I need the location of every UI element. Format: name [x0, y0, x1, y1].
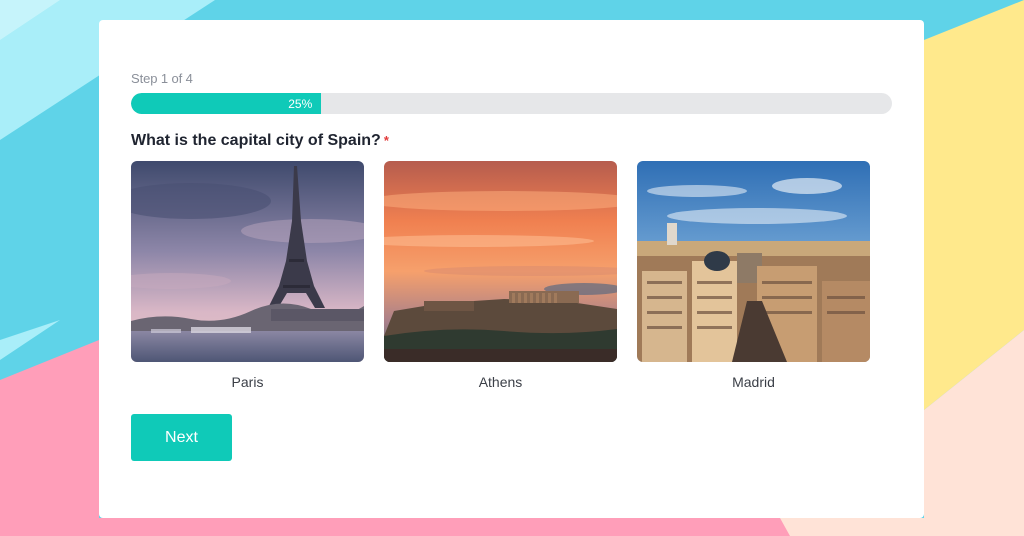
- madrid-cityscape-image[interactable]: [637, 161, 870, 362]
- required-marker: *: [383, 133, 389, 148]
- option-label: Madrid: [732, 374, 775, 390]
- eiffel-tower-image[interactable]: [131, 161, 364, 362]
- acropolis-image[interactable]: [384, 161, 617, 362]
- option-madrid[interactable]: Madrid: [637, 161, 870, 390]
- question-text: What is the capital city of Spain?: [131, 132, 381, 149]
- option-athens[interactable]: Athens: [384, 161, 617, 390]
- progress-fill: 25%: [131, 93, 322, 114]
- progress-percent: 25%: [288, 96, 313, 111]
- question-title: What is the capital city of Spain? *: [131, 132, 389, 150]
- next-button[interactable]: Next: [131, 414, 232, 461]
- option-paris[interactable]: Paris: [131, 161, 364, 390]
- progress-bar: 25%: [131, 93, 892, 114]
- option-label: Paris: [231, 374, 264, 390]
- step-indicator: Step 1 of 4: [131, 71, 193, 86]
- quiz-card: Step 1 of 4 25% What is the capital city…: [99, 20, 924, 518]
- option-label: Athens: [478, 374, 523, 390]
